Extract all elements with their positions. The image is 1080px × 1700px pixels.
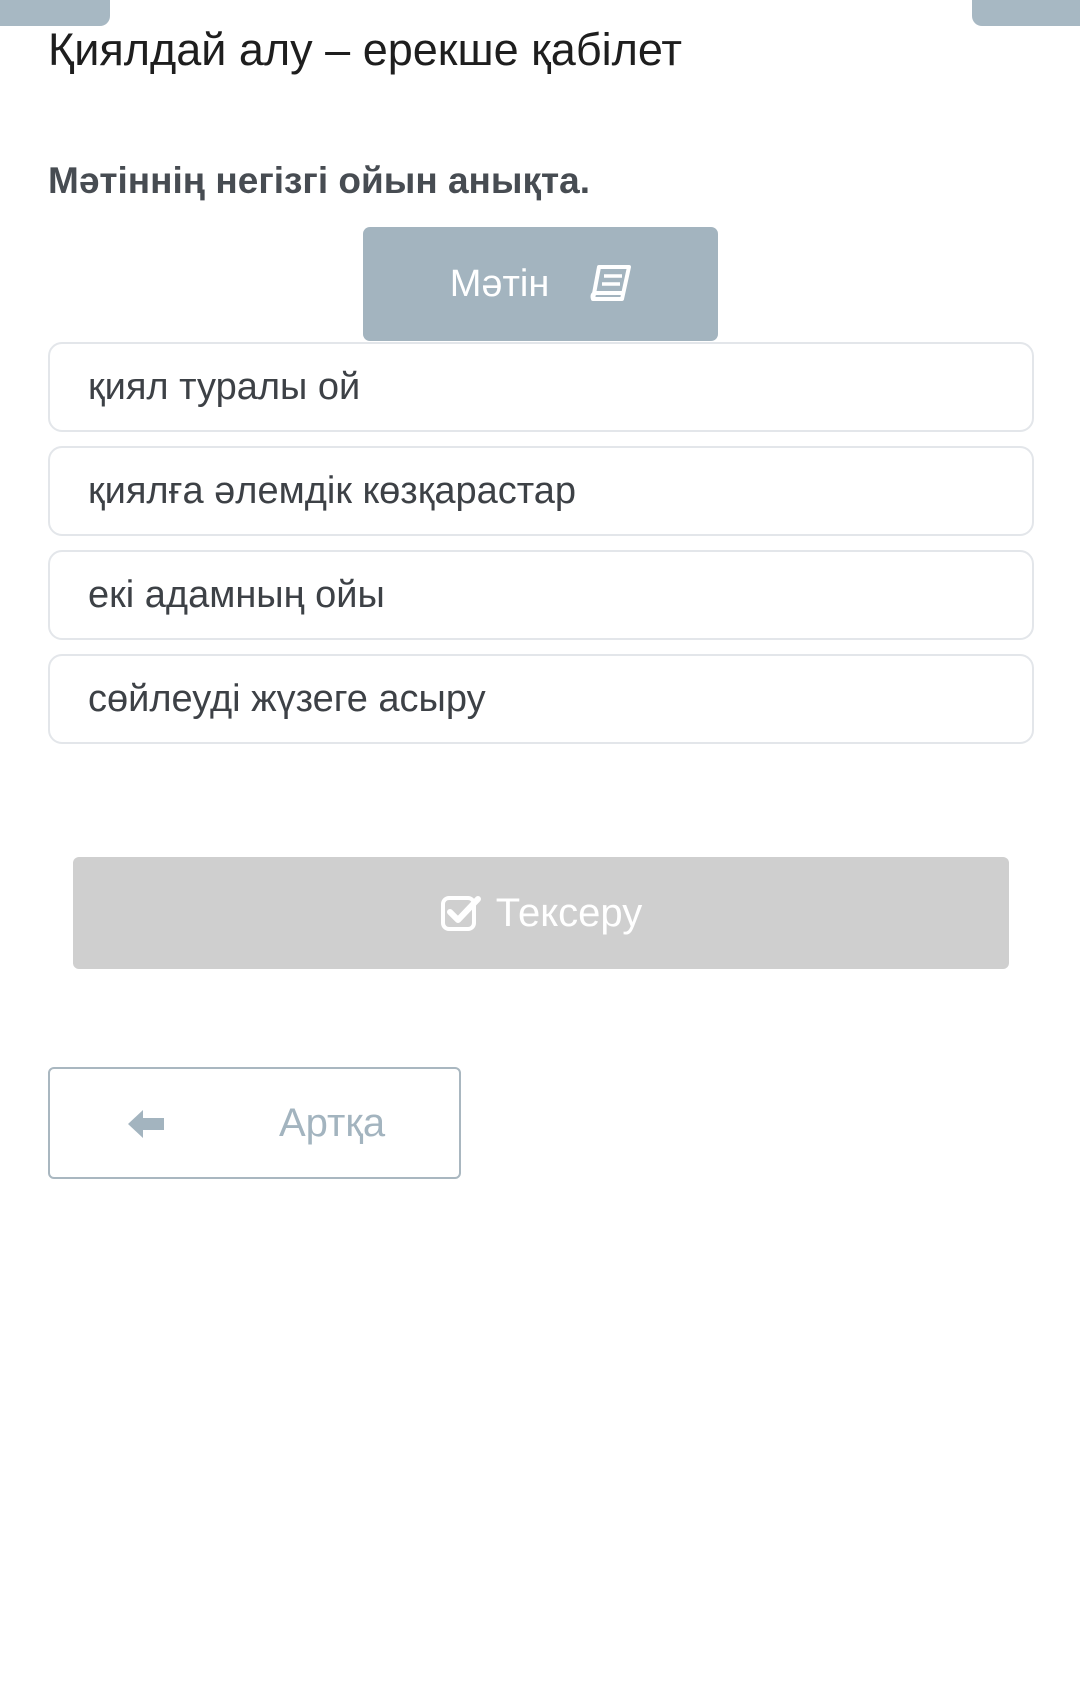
check-square-icon (440, 894, 482, 932)
answer-option[interactable]: сөйлеуді жүзеге асыру (48, 654, 1034, 744)
answer-option[interactable]: екі адамның ойы (48, 550, 1034, 640)
text-button[interactable]: Мәтін (363, 227, 718, 341)
top-right-tab[interactable] (972, 0, 1080, 26)
check-button-label: Тексеру (495, 890, 643, 935)
answer-option[interactable]: қиял туралы ой (48, 342, 1034, 432)
question-prompt: Мәтіннің негізгі ойын анықта. (48, 160, 590, 201)
answer-option[interactable]: қиялға әлемдік көзқарастар (48, 446, 1034, 536)
text-button-label: Мәтін (449, 262, 550, 305)
top-left-tab[interactable] (0, 0, 110, 26)
answer-options: қиял туралы ой қиялға әлемдік көзқараста… (48, 342, 1034, 758)
arrow-left-icon (126, 1107, 166, 1146)
back-button[interactable]: Артқа (48, 1067, 461, 1179)
book-icon (589, 265, 632, 303)
back-button-label: Артқа (279, 1101, 386, 1145)
page-title: Қиялдай алу – ерекше қабілет (48, 24, 682, 75)
check-button[interactable]: Тексеру (73, 857, 1009, 969)
